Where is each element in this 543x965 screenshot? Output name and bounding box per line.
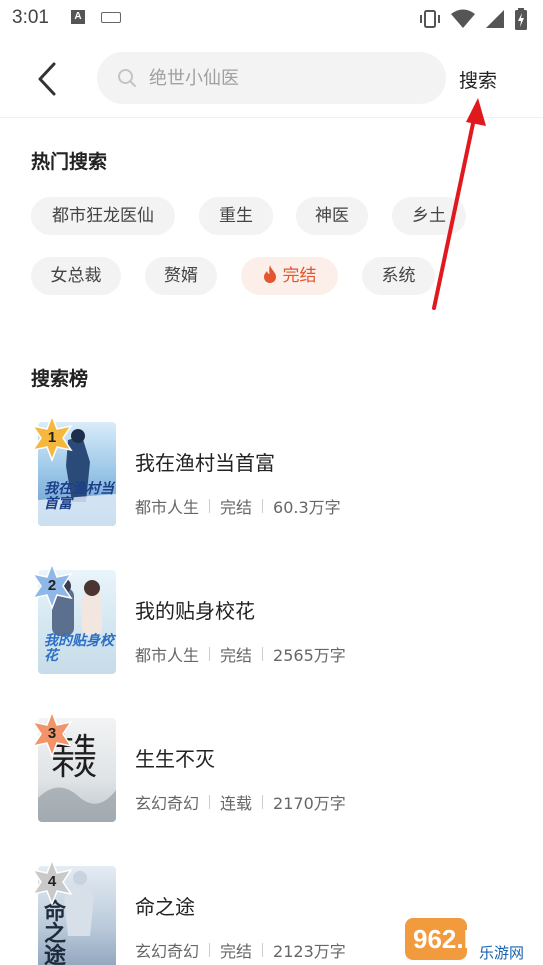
book-status: 完结	[220, 498, 253, 517]
rank-badge: 2	[28, 561, 76, 611]
tag-label: 重生	[219, 206, 253, 226]
ranking-item[interactable]: 我的贴身校花 2 我的贴身校花 都市人生 完结 2565万字	[0, 561, 543, 700]
rank-badge: 4	[28, 857, 76, 907]
annotation-arrow-icon	[432, 98, 486, 310]
tag-item[interactable]: 都市狂龙医仙	[31, 197, 175, 235]
book-status: 连载	[220, 794, 253, 813]
flame-icon	[263, 265, 276, 283]
book-word-count: 2565万字	[273, 646, 346, 665]
book-word-count: 2170万字	[273, 794, 346, 813]
cover-title: 我在渔村当首富	[44, 481, 114, 512]
tag-label: 完结	[282, 266, 317, 286]
book-title: 命之途	[135, 895, 195, 919]
rank-badge: 3	[28, 709, 76, 759]
ranking-item[interactable]: 我在渔村当首富 1 我在渔村当首富 都市人生 完结 60.3万字	[0, 413, 543, 552]
battery-icon	[515, 8, 527, 30]
meta-divider	[262, 647, 264, 661]
rank-badge: 1	[28, 413, 76, 463]
tag-item[interactable]: 神医	[296, 197, 368, 235]
meta-divider	[209, 943, 211, 957]
tag-item[interactable]: 赘婿	[145, 257, 217, 295]
search-box[interactable]	[97, 52, 446, 104]
rank-number: 2	[47, 577, 57, 594]
book-status: 完结	[220, 646, 253, 665]
meta-divider	[209, 795, 211, 809]
keyboard-icon	[101, 12, 121, 23]
hot-search-title: 热门搜索	[31, 151, 108, 173]
tag-label: 女总裁	[50, 266, 102, 286]
book-meta: 都市人生 完结 2565万字	[135, 642, 346, 666]
ranking-item[interactable]: 生生不灭 3 生生不灭 玄幻奇幻 连载 2170万字	[0, 709, 543, 848]
book-category: 玄幻奇幻	[135, 942, 200, 961]
meta-divider	[209, 647, 211, 661]
watermark-graphic: 962.NET 乐游网	[405, 918, 524, 962]
tag-item[interactable]: 女总裁	[31, 257, 121, 295]
search-input[interactable]	[149, 67, 419, 89]
watermark-sub: 乐游网	[479, 944, 524, 962]
vibrate-icon	[420, 10, 440, 28]
meta-divider	[209, 499, 211, 513]
ranking-title: 搜索榜	[31, 368, 89, 390]
meta-divider	[262, 795, 264, 809]
book-status: 完结	[220, 942, 253, 961]
search-button[interactable]: 搜索	[459, 66, 497, 93]
tag-label: 都市狂龙医仙	[52, 206, 154, 226]
back-arrow-icon[interactable]	[32, 60, 64, 98]
book-title: 生生不灭	[135, 747, 215, 771]
status-bar: 3:01 A	[0, 0, 543, 36]
book-word-count: 2123万字	[273, 942, 346, 961]
book-title: 我的贴身校花	[135, 599, 255, 623]
tag-item[interactable]: 重生	[199, 197, 273, 235]
book-meta: 玄幻奇幻 连载 2170万字	[135, 790, 346, 814]
book-category: 都市人生	[135, 646, 200, 665]
meta-divider	[262, 943, 264, 957]
book-meta: 玄幻奇幻 完结 2123万字	[135, 938, 346, 962]
cover-title: 命之途	[44, 900, 67, 965]
book-category: 都市人生	[135, 498, 200, 517]
book-category: 玄幻奇幻	[135, 794, 200, 813]
cover-title: 我的贴身校花	[44, 633, 114, 664]
status-time: 3:01	[12, 7, 49, 28]
search-icon	[118, 69, 136, 87]
wifi-icon	[451, 9, 475, 28]
rank-number: 1	[47, 429, 57, 446]
rank-number: 3	[47, 725, 57, 742]
tag-label: 系统	[381, 266, 416, 286]
rank-number: 4	[47, 873, 57, 890]
watermark-logo: 962.NET 乐游网	[405, 912, 543, 965]
tag-label: 神医	[315, 206, 349, 226]
signal-icon	[486, 10, 504, 28]
book-meta: 都市人生 完结 60.3万字	[135, 494, 341, 518]
book-word-count: 60.3万字	[273, 498, 341, 517]
a-notification-icon: A	[71, 10, 85, 24]
meta-divider	[262, 499, 264, 513]
book-title: 我在渔村当首富	[135, 451, 275, 475]
tag-label: 赘婿	[164, 266, 198, 286]
tag-item-hot[interactable]: 完结	[241, 257, 338, 295]
